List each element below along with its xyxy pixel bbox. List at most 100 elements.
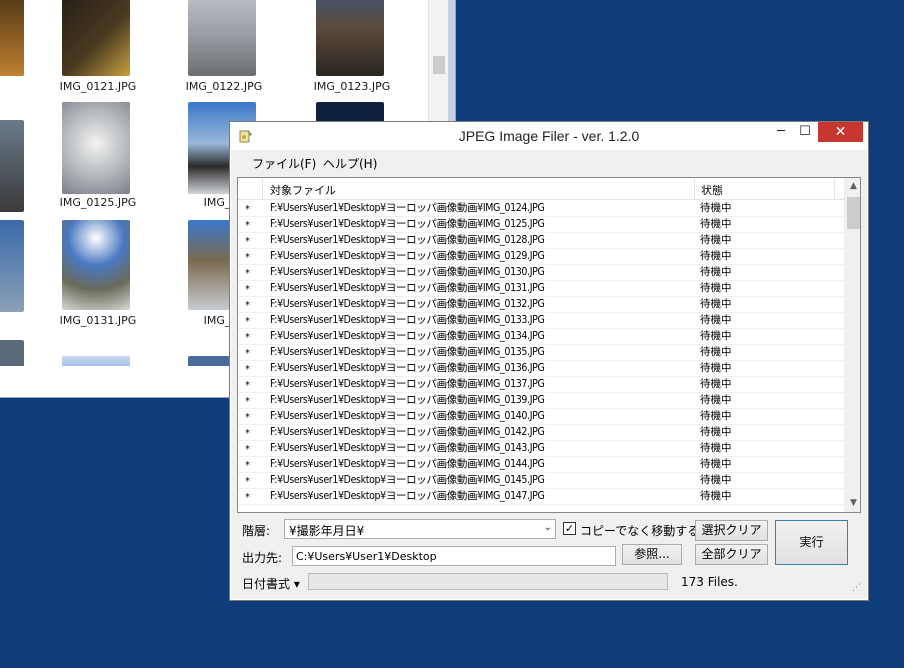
file-row[interactable]: * F:¥Users¥user1¥Desktop¥ヨーロッパ画像動画¥IMG_01… — [238, 265, 844, 281]
clear-selected-button[interactable]: 選択クリア — [695, 520, 768, 541]
thumbnail-item[interactable]: IMG_0122.JPG — [172, 0, 276, 114]
row-status: 待機中 — [700, 378, 732, 390]
move-checkbox-label[interactable]: コピーでなく移動する — [580, 522, 699, 539]
row-status: 待機中 — [700, 394, 732, 406]
row-status: 待機中 — [700, 234, 732, 246]
close-button[interactable]: ✕ — [818, 122, 863, 142]
thumbnail-item[interactable]: PG — [0, 118, 44, 232]
move-checkbox[interactable]: ✓ — [563, 522, 576, 535]
file-row[interactable]: * F:¥Users¥user1¥Desktop¥ヨーロッパ画像動画¥IMG_01… — [238, 345, 844, 361]
row-file-path: F:¥Users¥user1¥Desktop¥ヨーロッパ画像動画¥IMG_013… — [270, 266, 545, 278]
row-mark: * — [245, 332, 250, 343]
row-mark: * — [245, 428, 250, 439]
row-file-path: F:¥Users¥user1¥Desktop¥ヨーロッパ画像動画¥IMG_014… — [270, 474, 545, 486]
thumbnail-item[interactable]: IMG_0131.JPG — [46, 218, 150, 332]
file-row[interactable]: * F:¥Users¥user1¥Desktop¥ヨーロッパ画像動画¥IMG_01… — [238, 425, 844, 441]
row-mark: * — [245, 492, 250, 503]
row-mark: * — [245, 236, 250, 247]
photo-thumbnail — [316, 0, 384, 76]
file-row[interactable]: * F:¥Users¥user1¥Desktop¥ヨーロッパ画像動画¥IMG_01… — [238, 361, 844, 377]
row-file-path: F:¥Users¥user1¥Desktop¥ヨーロッパ画像動画¥IMG_014… — [270, 426, 545, 438]
file-row[interactable]: * F:¥Users¥user1¥Desktop¥ヨーロッパ画像動画¥IMG_01… — [238, 457, 844, 473]
file-row[interactable]: * F:¥Users¥user1¥Desktop¥ヨーロッパ画像動画¥IMG_01… — [238, 249, 844, 265]
row-mark: * — [245, 396, 250, 407]
column-header-status[interactable]: 状態 — [695, 178, 835, 200]
file-row[interactable]: * F:¥Users¥user1¥Desktop¥ヨーロッパ画像動画¥IMG_01… — [238, 217, 844, 233]
row-mark: * — [245, 284, 250, 295]
scrollbar-thumb[interactable] — [433, 56, 445, 74]
row-file-path: F:¥Users¥user1¥Desktop¥ヨーロッパ画像動画¥IMG_012… — [270, 250, 545, 262]
row-mark: * — [245, 364, 250, 375]
row-file-path: F:¥Users¥user1¥Desktop¥ヨーロッパ画像動画¥IMG_014… — [270, 410, 545, 422]
menu-file[interactable]: ファイル(F) — [252, 155, 316, 172]
row-file-path: F:¥Users¥user1¥Desktop¥ヨーロッパ画像動画¥IMG_013… — [270, 394, 545, 406]
output-path-field[interactable]: C:¥Users¥User1¥Desktop — [292, 546, 616, 566]
scrollbar-thumb[interactable] — [847, 197, 860, 229]
maximize-button[interactable]: ☐ — [792, 122, 818, 142]
row-mark: * — [245, 476, 250, 487]
file-row[interactable]: * F:¥Users¥user1¥Desktop¥ヨーロッパ画像動画¥IMG_01… — [238, 201, 844, 217]
date-format-dropdown[interactable]: 日付書式 ▾ — [242, 575, 300, 592]
row-status: 待機中 — [700, 250, 732, 262]
photo-thumbnail — [316, 102, 384, 122]
thumbnail-caption: PG — [0, 198, 44, 211]
row-mark: * — [245, 348, 250, 359]
thumbnail-caption: IMG_0125.JPG — [59, 196, 137, 209]
row-mark: * — [245, 252, 250, 263]
file-row[interactable]: * F:¥Users¥user1¥Desktop¥ヨーロッパ画像動画¥IMG_01… — [238, 329, 844, 345]
minimize-button[interactable]: ─ — [768, 122, 794, 142]
file-row[interactable]: * F:¥Users¥user1¥Desktop¥ヨーロッパ画像動画¥IMG_01… — [238, 281, 844, 297]
row-file-path: F:¥Users¥user1¥Desktop¥ヨーロッパ画像動画¥IMG_014… — [270, 458, 545, 470]
jpeg-image-filer-window: JPEG Image Filer - ver. 1.2.0 ─ ☐ ✕ ファイル… — [229, 121, 869, 601]
hierarchy-select[interactable]: ¥撮影年月日¥ ⌄ — [284, 519, 556, 539]
list-rows: * F:¥Users¥user1¥Desktop¥ヨーロッパ画像動画¥IMG_01… — [238, 201, 844, 505]
file-row[interactable]: * F:¥Users¥user1¥Desktop¥ヨーロッパ画像動画¥IMG_01… — [238, 489, 844, 505]
file-row[interactable]: * F:¥Users¥user1¥Desktop¥ヨーロッパ画像動画¥IMG_01… — [238, 313, 844, 329]
row-mark: * — [245, 268, 250, 279]
thumbnail-caption: IMG_0122.JPG — [185, 80, 263, 93]
thumbnail-item[interactable]: PG — [0, 218, 44, 332]
scroll-up-icon[interactable]: ▲ — [845, 178, 860, 195]
clear-all-button[interactable]: 全部クリア — [695, 544, 768, 565]
row-file-path: F:¥Users¥user1¥Desktop¥ヨーロッパ画像動画¥IMG_013… — [270, 346, 545, 358]
execute-button[interactable]: 実行 — [775, 520, 848, 565]
file-row[interactable]: * F:¥Users¥user1¥Desktop¥ヨーロッパ画像動画¥IMG_01… — [238, 233, 844, 249]
thumbnail-item[interactable]: IMG_0123.JPG — [300, 0, 404, 114]
file-row[interactable]: * F:¥Users¥user1¥Desktop¥ヨーロッパ画像動画¥IMG_01… — [238, 473, 844, 489]
thumbnail-item[interactable]: IMG_0121.JPG — [46, 0, 150, 114]
menu-help[interactable]: ヘルプ(H) — [323, 155, 377, 172]
thumbnail-item[interactable]: IMG_0125.JPG — [46, 100, 150, 214]
row-status: 待機中 — [700, 330, 732, 342]
photo-thumbnail — [0, 220, 24, 312]
thumbnail-caption: IMG_0131.JPG — [59, 314, 137, 327]
photo-thumbnail — [62, 102, 130, 194]
file-row[interactable]: * F:¥Users¥user1¥Desktop¥ヨーロッパ画像動画¥IMG_01… — [238, 393, 844, 409]
photo-thumbnail — [0, 0, 24, 76]
thumbnail-item[interactable]: PG — [0, 0, 44, 114]
file-count: 173 Files. — [681, 575, 738, 589]
list-scrollbar[interactable]: ▲ ▼ — [844, 178, 860, 512]
hierarchy-value: ¥撮影年月日¥ — [289, 524, 365, 538]
file-list[interactable]: 対象ファイル 状態 * F:¥Users¥user1¥Desktop¥ヨーロッパ画… — [237, 177, 861, 513]
row-mark: * — [245, 220, 250, 231]
file-row[interactable]: * F:¥Users¥user1¥Desktop¥ヨーロッパ画像動画¥IMG_01… — [238, 377, 844, 393]
file-row[interactable]: * F:¥Users¥user1¥Desktop¥ヨーロッパ画像動画¥IMG_01… — [238, 441, 844, 457]
row-status: 待機中 — [700, 458, 732, 470]
thumbnail-caption: IMG_0123.JPG — [313, 80, 391, 93]
row-status: 待機中 — [700, 362, 732, 374]
title-bar[interactable]: JPEG Image Filer - ver. 1.2.0 ─ ☐ ✕ — [230, 122, 868, 150]
row-file-path: F:¥Users¥user1¥Desktop¥ヨーロッパ画像動画¥IMG_013… — [270, 298, 545, 310]
column-header-file[interactable]: 対象ファイル — [263, 178, 695, 200]
row-status: 待機中 — [700, 266, 732, 278]
row-file-path: F:¥Users¥user1¥Desktop¥ヨーロッパ画像動画¥IMG_013… — [270, 282, 545, 294]
resize-grip-icon[interactable]: ⋰ — [852, 583, 861, 593]
scroll-down-icon[interactable]: ▼ — [845, 495, 860, 512]
row-status: 待機中 — [700, 410, 732, 422]
row-status: 待機中 — [700, 490, 732, 502]
file-row[interactable]: * F:¥Users¥user1¥Desktop¥ヨーロッパ画像動画¥IMG_01… — [238, 409, 844, 425]
file-row[interactable]: * F:¥Users¥user1¥Desktop¥ヨーロッパ画像動画¥IMG_01… — [238, 297, 844, 313]
row-status: 待機中 — [700, 202, 732, 214]
browse-button[interactable]: 参照... — [622, 544, 682, 565]
thumbnail-caption: PG — [0, 314, 44, 327]
column-header-mark[interactable] — [238, 178, 263, 200]
